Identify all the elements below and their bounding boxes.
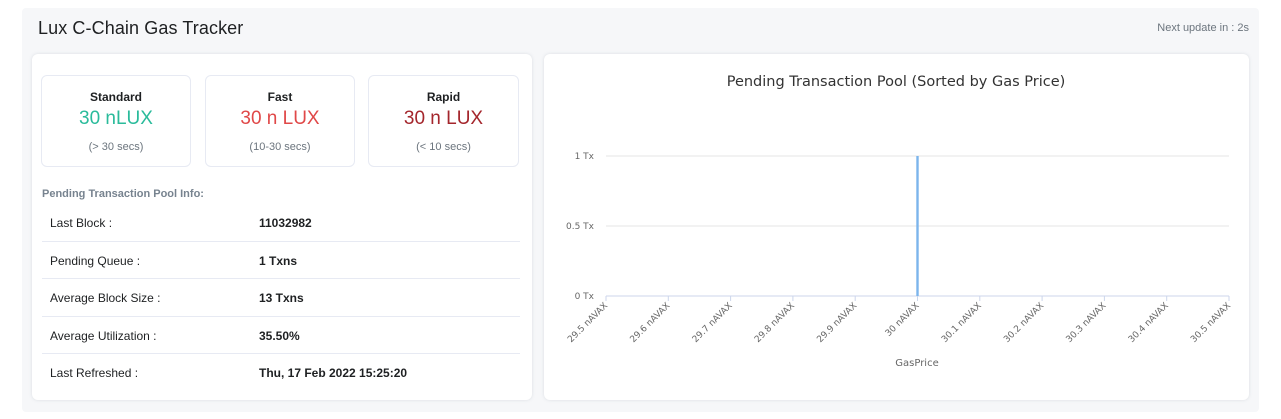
tier-fast: Fast 30 n LUX (10-30 secs) [205,75,355,167]
info-label: Pending Queue : [50,253,141,268]
pending-pool-chart-card: Pending Transaction Pool (Sorted by Gas … [544,54,1249,400]
tier-time: (10-30 secs) [249,141,311,153]
pool-info-table: Last Block : 11032982 Pending Queue : 1 … [42,204,520,392]
tier-price: 30 n LUX [403,108,484,129]
info-row-average-utilization: Average Utilization : 35.50% [42,317,520,355]
tier-rapid: Rapid 30 n LUX (< 10 secs) [368,75,519,167]
tier-price: 30 nLUX [79,108,153,129]
info-value: 11032982 [259,216,312,230]
x-tick-label: 30 nAVAX [884,301,922,339]
info-row-pending-queue: Pending Queue : 1 Txns [42,242,520,280]
x-tick-label: 30.4 nAVAX [1127,301,1171,345]
pool-info-heading: Pending Transaction Pool Info: [42,188,204,200]
tier-time: (< 10 secs) [416,141,471,153]
info-row-last-refreshed: Last Refreshed : Thu, 17 Feb 2022 15:25:… [42,354,520,392]
x-tick-label: 29.6 nAVAX [629,301,673,345]
tier-standard: Standard 30 nLUX (> 30 secs) [41,75,191,167]
x-tick-label: 29.8 nAVAX [753,301,797,345]
info-value: 1 Txns [259,253,298,268]
info-row-last-block: Last Block : 11032982 [42,204,520,242]
tier-name: Rapid [426,90,461,104]
gas-info-card: Standard 30 nLUX (> 30 secs) Fast 30 n L… [32,54,532,400]
info-label: Average Block Size : [50,291,161,306]
tier-time: (> 30 secs) [88,141,144,153]
gas-price-tiers: Standard 30 nLUX (> 30 secs) Fast 30 n L… [41,75,523,167]
info-value: 13 Txns [259,291,304,306]
x-tick-label: 30.5 nAVAX [1189,301,1233,345]
pending-pool-chart: Pending Transaction Pool (Sorted by Gas … [566,74,1233,369]
page-title: Lux C-Chain Gas Tracker [38,18,244,38]
info-value: 35.50% [259,328,300,343]
info-row-average-block-size: Average Block Size : 13 Txns [42,279,520,317]
x-tick-label: 29.7 nAVAX [691,301,735,345]
x-tick-label: 30.3 nAVAX [1065,301,1109,345]
x-tick-label: 30.1 nAVAX [940,301,984,345]
x-axis-label: GasPrice [895,358,938,369]
info-label: Average Utilization : [50,328,157,343]
tier-price: 30 n LUX [240,108,320,129]
info-label: Last Refreshed : [50,366,139,381]
tier-name: Standard [89,90,142,104]
tier-name: Fast [267,90,293,104]
info-value: Thu, 17 Feb 2022 15:25:20 [259,366,408,381]
chart-title: Pending Transaction Pool (Sorted by Gas … [727,74,1066,90]
y-tick-label: 0 Tx [575,292,595,302]
y-tick-label: 0.5 Tx [566,222,595,232]
info-label: Last Block : [50,216,113,230]
x-tick-label: 29.9 nAVAX [815,301,859,345]
y-tick-label: 1 Tx [575,152,595,162]
x-tick-label: 30.2 nAVAX [1002,301,1046,345]
bar [916,156,919,296]
gas-tracker-panel: Lux C-Chain Gas Tracker Next update in :… [22,8,1259,412]
header: Lux C-Chain Gas Tracker Next update in :… [22,8,1259,48]
next-update-countdown: Next update in : 2s [1157,22,1249,34]
x-tick-label: 29.5 nAVAX [566,301,610,345]
